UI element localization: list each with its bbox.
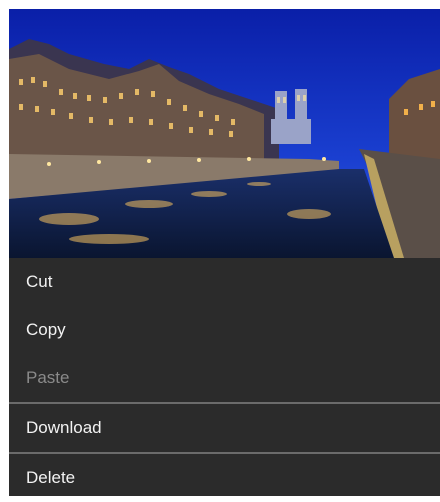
- menu-item-label: Download: [26, 418, 102, 437]
- photo-illustration: [9, 9, 440, 258]
- night-city-photo[interactable]: [9, 9, 440, 258]
- menu-item-cut[interactable]: Cut: [9, 258, 440, 306]
- menu-item-copy[interactable]: Copy: [9, 306, 440, 354]
- menu-item-download[interactable]: Download: [9, 404, 440, 452]
- menu-item-delete[interactable]: Delete: [9, 454, 440, 502]
- menu-item-label: Copy: [26, 320, 66, 339]
- menu-item-label: Delete: [26, 468, 76, 487]
- context-menu: Cut Copy Paste Download Delete: [9, 258, 440, 496]
- menu-item-paste: Paste: [9, 354, 440, 402]
- menu-item-label: Cut: [26, 272, 53, 291]
- menu-item-label: Paste: [26, 368, 70, 387]
